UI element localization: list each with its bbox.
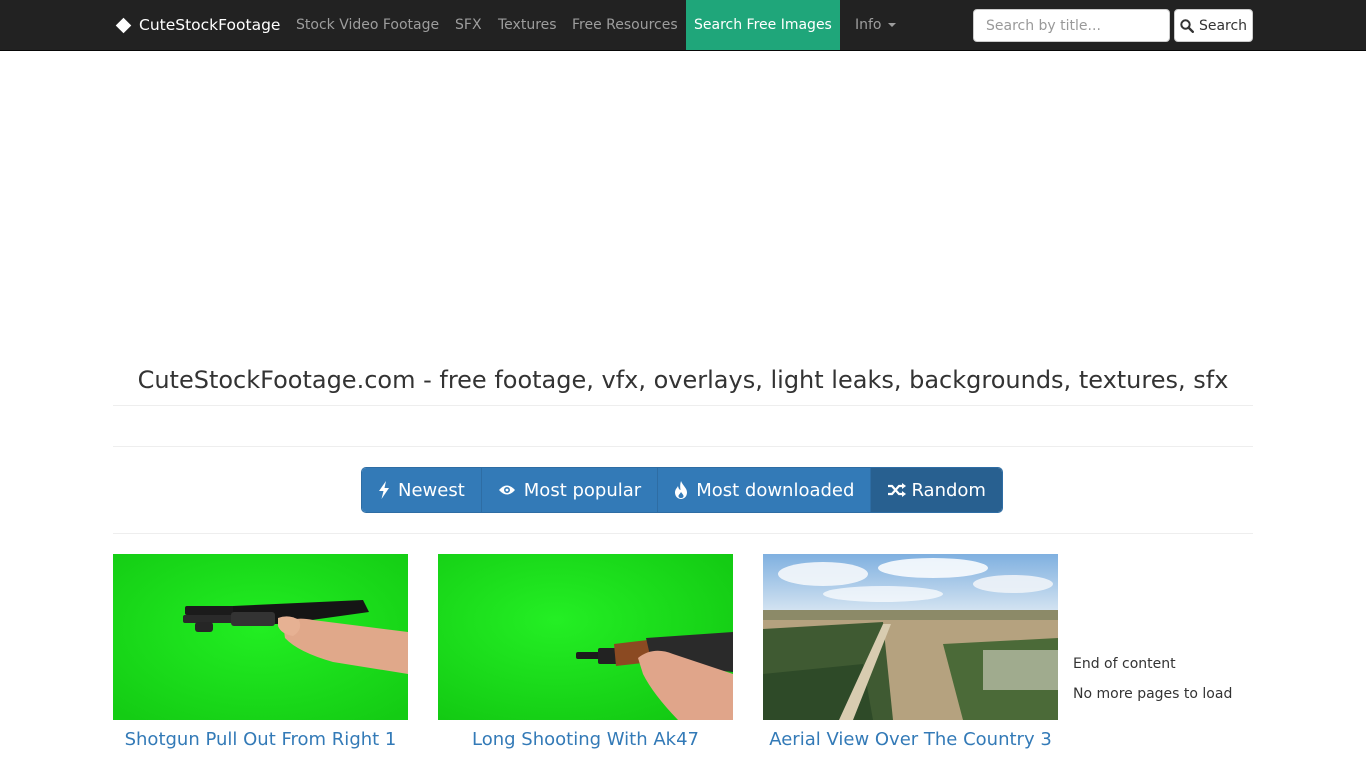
footage-card[interactable]: Long Shooting With Ak47	[438, 554, 733, 750]
footage-card[interactable]: Aerial View Over The Country 3	[763, 554, 1058, 750]
no-more-pages-text: No more pages to load	[1073, 686, 1233, 702]
search-icon	[1180, 18, 1194, 33]
sort-most-downloaded-button[interactable]: Most downloaded	[658, 468, 872, 512]
sort-most-downloaded-label: Most downloaded	[696, 479, 855, 501]
nav-info-dropdown[interactable]: Info	[855, 0, 896, 50]
footage-title-link[interactable]: Shotgun Pull Out From Right 1	[93, 729, 428, 750]
divider	[113, 446, 1253, 447]
nav-stock-video-footage[interactable]: Stock Video Footage	[296, 0, 439, 50]
divider	[113, 405, 1253, 406]
sort-most-popular-button[interactable]: Most popular	[481, 468, 659, 512]
eye-icon	[498, 483, 516, 497]
brand-name: CuteStockFootage	[139, 16, 281, 34]
sort-newest-label: Newest	[398, 479, 465, 501]
footage-card[interactable]: Shotgun Pull Out From Right 1	[113, 554, 408, 750]
shuffle-icon	[887, 482, 907, 498]
footage-thumbnail[interactable]	[763, 554, 1058, 720]
caret-down-icon	[887, 23, 896, 27]
end-of-content-text: End of content	[1073, 656, 1176, 672]
nav-free-resources[interactable]: Free Resources	[572, 0, 678, 50]
footage-thumbnail[interactable]	[113, 554, 408, 720]
bolt-icon	[378, 481, 390, 499]
search-button[interactable]: Search	[1174, 9, 1253, 42]
top-navbar: CuteStockFootage Stock Video Footage SFX…	[0, 0, 1366, 51]
footage-title-link[interactable]: Aerial View Over The Country 3	[743, 729, 1078, 750]
diamond-icon	[115, 17, 132, 33]
brand-logo[interactable]: CuteStockFootage	[114, 0, 280, 50]
sort-random-button[interactable]: Random	[871, 468, 1002, 512]
sort-newest-button[interactable]: Newest	[362, 468, 482, 512]
fire-icon	[674, 481, 688, 499]
sort-most-popular-label: Most popular	[523, 479, 642, 501]
search-button-label: Search	[1198, 17, 1248, 34]
nav-search-free-images[interactable]: Search Free Images	[686, 0, 840, 50]
footage-thumbnail[interactable]	[438, 554, 733, 720]
divider	[113, 533, 1253, 534]
nav-sfx[interactable]: SFX	[455, 0, 482, 50]
nav-textures[interactable]: Textures	[498, 0, 557, 50]
footage-title-link[interactable]: Long Shooting With Ak47	[418, 729, 753, 750]
search-input[interactable]	[973, 9, 1170, 42]
sort-random-label: Random	[911, 479, 986, 501]
sort-button-group: Newest Most popular Most downloaded Rand…	[361, 467, 1003, 513]
page-title: CuteStockFootage.com - free footage, vfx…	[137, 366, 1229, 394]
nav-info-label: Info	[855, 17, 882, 33]
